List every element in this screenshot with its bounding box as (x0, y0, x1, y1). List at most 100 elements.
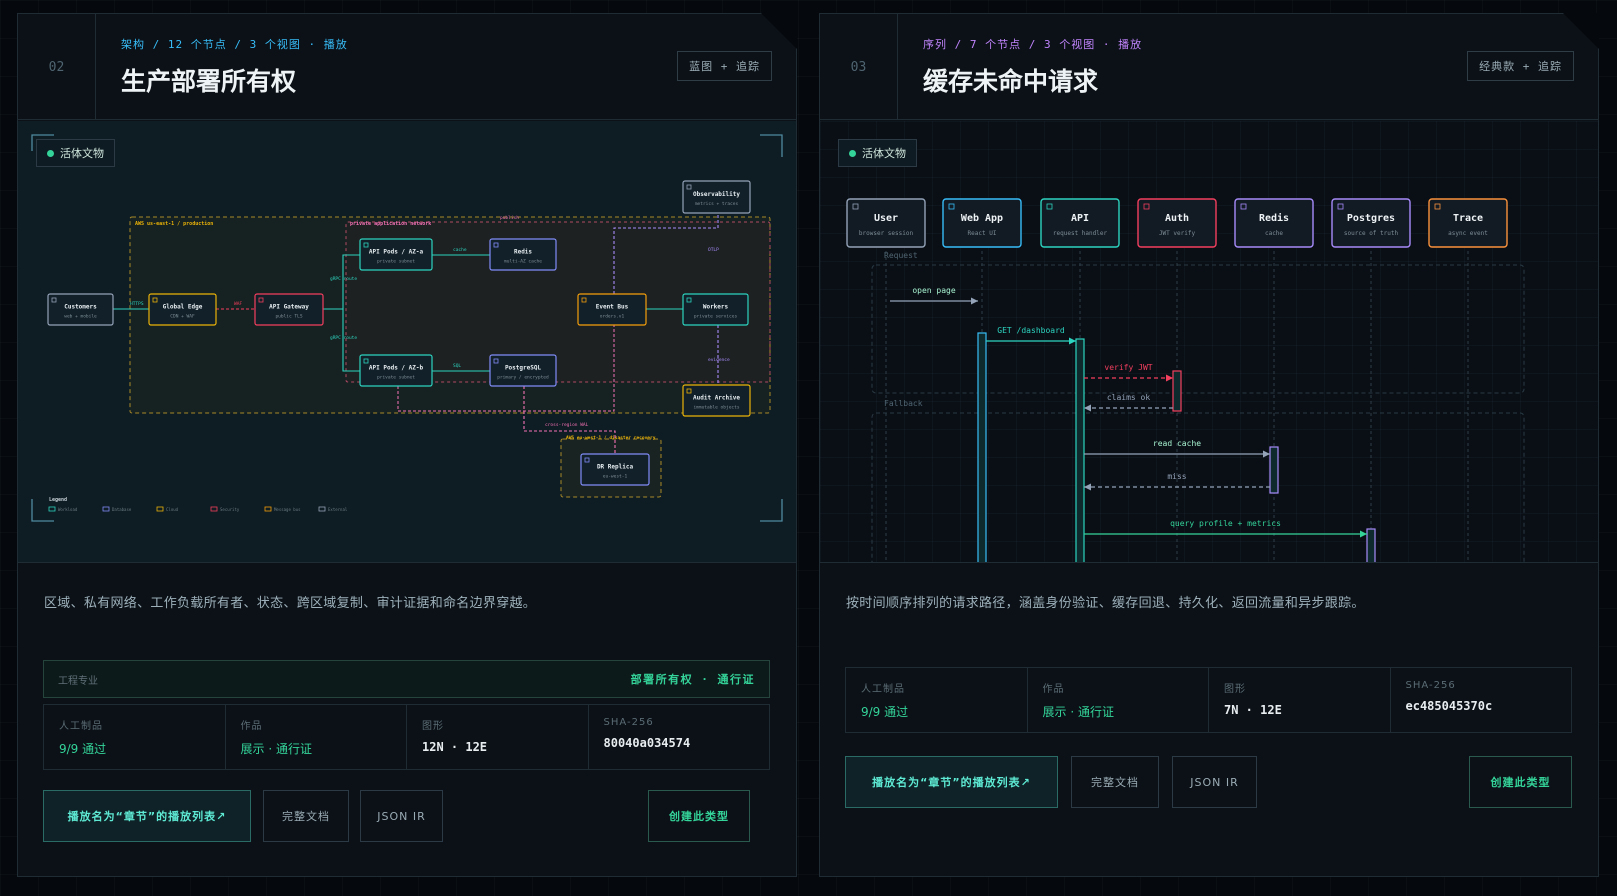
live-label: 活体文物 (60, 147, 104, 160)
edge-label: gRPC route (330, 276, 357, 282)
node-subtitle: eu-west-1 (603, 474, 628, 480)
node-subtitle: public TLS (275, 314, 302, 320)
node-subtitle: private subnet (377, 375, 415, 381)
actor-title: Redis (1259, 212, 1289, 224)
message-label: claims ok (1107, 393, 1151, 402)
stat-artifacts: 人工制品 9/9 通过 (44, 705, 226, 769)
edge-label: evidence (708, 357, 730, 363)
play-playlist-button[interactable]: 播放名为“章节”的播放列表↗ (845, 756, 1058, 808)
node-title: Global Edge (163, 304, 203, 311)
card-cache-miss: 03 序列 / 7 个节点 / 3 个视图 · 播放 缓存未命中请求 经典款 +… (819, 13, 1599, 877)
sequence-diagram: Request Fallback User browser session Web Ap… (846, 198, 1525, 562)
node-title: PostgreSQL (505, 365, 542, 372)
node-subtitle: multi-AZ cache (504, 259, 542, 265)
node-subtitle: immutable objects (693, 405, 739, 411)
legend-item: Message bus (274, 507, 301, 512)
card-title: 生产部署所有权 (121, 67, 297, 96)
card-description: 按时间顺序排列的请求路径，涵盖身份验证、缓存回退、持久化、返回流量和异步跟踪。 (846, 596, 1365, 611)
legend-swatch (102, 506, 110, 512)
style-tag[interactable]: 经典款 + 追踪 (1467, 51, 1574, 81)
actor-subtitle: browser session (859, 230, 914, 237)
stat-graph: 图形 7N · 12E (1209, 668, 1391, 732)
edge-label: cross-region WAL (545, 422, 589, 428)
actor-title: Web App (961, 213, 1003, 224)
legend-title: Legend (49, 497, 67, 503)
stat-key: 图形 (1224, 684, 1246, 695)
pro-value: 部署所有权 · 通行证 (630, 673, 755, 686)
card-deployment-ownership: 02 架构 / 12 个节点 / 3 个视图 · 播放 生产部署所有权 蓝图 +… (17, 13, 797, 877)
create-type-button[interactable]: 创建此类型 (648, 790, 750, 842)
artifact-view[interactable]: Request Fallback User browser session Web Ap… (820, 121, 1598, 563)
node-title: Observability (693, 191, 740, 198)
legend-item: Database (112, 507, 132, 512)
stat-works: 作品 展示 · 通行证 (226, 705, 407, 769)
stat-key: SHA-256 (1405, 680, 1456, 691)
group-box (871, 264, 1525, 394)
stat-key: 图形 (422, 721, 444, 732)
stat-key: 人工制品 (861, 684, 905, 695)
style-tag[interactable]: 蓝图 + 追踪 (677, 51, 772, 81)
full-doc-button[interactable]: 完整文档 (263, 790, 349, 842)
stat-value: 80040a034574 (603, 736, 691, 750)
stats-row: 人工制品 9/9 通过 作品 展示 · 通行证 图形 12N · 12E SHA-25… (43, 704, 770, 770)
stat-value: 9/9 通过 (861, 705, 909, 719)
actor-title: API (1071, 213, 1089, 224)
live-artifact-badge: 活体文物 (838, 139, 917, 167)
arrowhead (971, 297, 978, 305)
legend-item: External (328, 507, 348, 512)
edge-label: HTTPS (130, 301, 144, 307)
live-dot-icon (849, 149, 856, 157)
actor-subtitle: JWT verify (1159, 230, 1196, 237)
node-subtitle: private subnet (377, 259, 415, 265)
node-subtitle: orders.v1 (600, 314, 625, 320)
stat-sha: SHA-256 80040a034574 (589, 705, 770, 769)
region-label: AWS eu-west-1 / disaster recovery (566, 435, 656, 441)
actor-subtitle: async event (1448, 230, 1488, 237)
json-ir-button[interactable]: JSON IR (360, 790, 443, 842)
message-label: open page (912, 286, 956, 295)
actor-subtitle: request handler (1053, 230, 1108, 237)
legend-swatch (318, 506, 326, 512)
stat-value: 展示 · 通行证 (240, 742, 312, 756)
stat-works: 作品展示 · 通行证 (1028, 668, 1209, 732)
stat-sha: SHA-256 ec485045370c (1391, 668, 1572, 732)
legend-item: Workload (58, 507, 78, 512)
full-doc-button[interactable]: 完整文档 (1071, 756, 1159, 808)
legend-swatch (264, 506, 272, 512)
node-subtitle: web + mobile (64, 314, 97, 320)
edge-label: WAF (234, 301, 242, 307)
play-playlist-button[interactable]: 播放名为“章节”的播放列表↗ (43, 790, 251, 842)
activation-bar (1075, 338, 1085, 562)
node-title: API Pods / AZ-a (369, 249, 424, 256)
activation-bar (1172, 370, 1182, 412)
actor-title: User (874, 213, 898, 224)
card-meta: 架构 / 12 个节点 / 3 个视图 · 播放 (121, 38, 348, 51)
activation-bar (1366, 528, 1376, 562)
stat-key: 人工制品 (59, 721, 103, 732)
legend-swatch (156, 506, 164, 512)
stat-value: ec485045370c (1405, 699, 1493, 713)
live-dot-icon (47, 149, 54, 157)
node-subtitle: private services (694, 314, 738, 320)
node-title: Workers (703, 304, 729, 311)
stat-value: 展示 · 通行证 (1042, 705, 1114, 719)
region-label: AWS us-east-1 / production (135, 221, 213, 227)
stat-value: 9/9 通过 (59, 742, 107, 756)
group-label: Fallback (884, 399, 923, 408)
arrowhead (1084, 404, 1091, 412)
message-label: miss (1167, 472, 1186, 481)
node-subtitle: primary / encrypted (497, 375, 549, 381)
edge-label: gRPC route (330, 335, 357, 341)
stat-key: 作品 (1042, 684, 1065, 695)
region-label: private application network (350, 221, 431, 227)
artifact-view[interactable]: AWS us-east-1 / production private applic… (18, 121, 796, 563)
node-title: Audit Archive (693, 395, 740, 402)
create-type-button[interactable]: 创建此类型 (1469, 756, 1572, 808)
actor-subtitle: React UI (968, 230, 997, 237)
node-title: Event Bus (596, 304, 629, 311)
json-ir-button[interactable]: JSON IR (1172, 756, 1257, 808)
arrowhead (1069, 337, 1076, 345)
stats-row: 人工制品 9/9 通过 作品展示 · 通行证 图形 7N · 12E SHA-256… (845, 667, 1572, 733)
legend-item: Security (220, 507, 240, 512)
message-label: GET /dashboard (997, 326, 1065, 335)
